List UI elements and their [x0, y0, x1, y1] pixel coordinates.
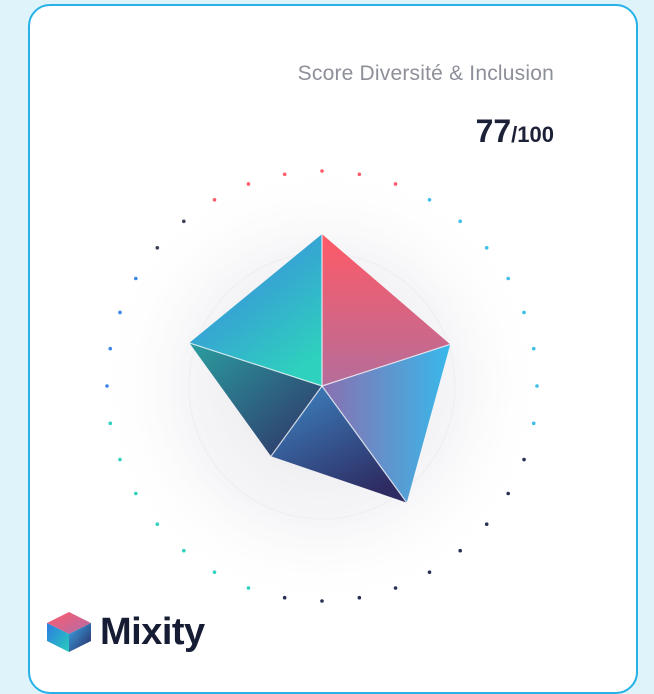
brand-name: Mixity [100, 610, 205, 653]
radar-ring-dot [506, 491, 510, 496]
radar-chart [97, 161, 547, 611]
radar-ring-dot [531, 421, 536, 426]
radar-ring-dot [134, 491, 138, 496]
radar-ring-dot [282, 595, 287, 600]
radar-ring-dot [484, 246, 489, 250]
radar-ring-dot [458, 548, 462, 553]
radar-ring-dot [458, 219, 462, 224]
brand-footer: Mixity [44, 610, 205, 654]
radar-ring-dot [182, 548, 186, 553]
radar-ring-dot [393, 586, 398, 590]
radar-ring-dot [182, 219, 186, 224]
radar-ring-dot [282, 172, 287, 177]
radar-ring-dot [212, 198, 217, 202]
mixity-cube-logo-icon [47, 612, 91, 652]
radar-ring-dot [118, 310, 122, 315]
score-card: Score Diversité & Inclusion 77/100 Mixit… [28, 4, 638, 694]
radar-ring-dot [320, 169, 324, 173]
radar-ring-dot [393, 182, 398, 186]
radar-ring-dot [118, 457, 122, 462]
radar-ring-dot [155, 522, 160, 526]
radar-ring-dot [484, 522, 489, 526]
radar-ring-dot [522, 457, 526, 462]
radar-ring-dot [506, 276, 510, 281]
radar-ring-dot [246, 182, 251, 186]
radar-ring-dot [155, 246, 160, 250]
radar-ring-dot [105, 384, 109, 388]
radar-ring-dot [357, 172, 362, 177]
radar-ring-dot [108, 346, 113, 351]
radar-ring-dot [427, 198, 432, 202]
radar-ring-dot [357, 595, 362, 600]
radar-ring-dot [531, 346, 536, 351]
radar-ring-dot [427, 570, 432, 574]
radar-ring-dot [134, 276, 138, 281]
radar-ring-dot [522, 310, 526, 315]
radar-ring-dot [108, 421, 113, 426]
radar-ring-dot [535, 384, 539, 388]
radar-ring-dot [246, 586, 251, 590]
radar-ring-dot [320, 599, 324, 603]
radar-ring-dot [212, 570, 217, 574]
